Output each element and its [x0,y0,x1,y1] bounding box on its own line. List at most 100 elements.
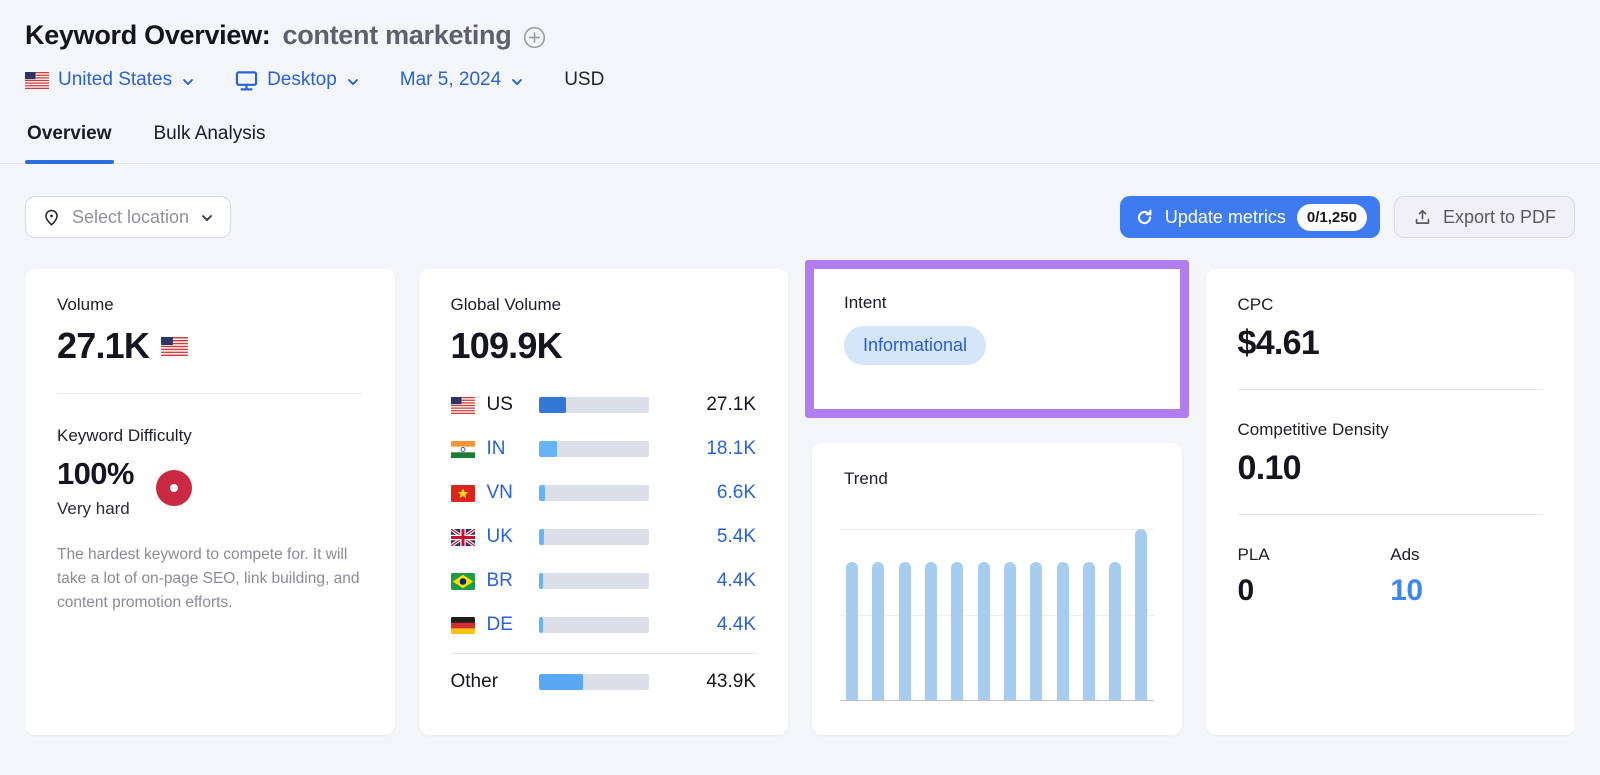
cpc-label: CPC [1238,295,1544,315]
global-volume-row: US27.1K [451,383,757,427]
cpc-value: $4.61 [1238,324,1544,363]
update-metrics-button[interactable]: Update metrics 0/1,250 [1120,196,1380,238]
volume-value: 27.1K [57,325,149,367]
desktop-icon [235,70,258,91]
volume-difficulty-card: Volume 27.1K Keyword Difficulty 100% Ver… [25,269,395,735]
country-code[interactable]: BR [487,570,539,592]
intent-trend-column: Intent Informational Trend [812,269,1182,735]
us-flag-icon [451,397,475,414]
uk-flag-icon [451,529,475,546]
trend-bar [1030,562,1042,701]
global-volume-row: DE 4.4K [451,603,757,647]
date-filter[interactable]: Mar 5, 2024 [400,69,524,91]
global-volume-row: BR 4.4K [451,559,757,603]
export-icon [1413,208,1432,227]
trend-chart [844,529,1150,701]
global-volume-row: VN 6.6K [451,471,757,515]
tab-bulk-analysis[interactable]: Bulk Analysis [152,119,268,163]
export-pdf-button[interactable]: Export to PDF [1394,196,1575,238]
keyword-difficulty-level: Very hard [57,499,134,519]
location-pin-icon [42,208,61,227]
keyword-text: content marketing [283,20,512,51]
country-volume-value[interactable]: 6.6K [649,482,757,504]
intent-card-highlight: Intent Informational [805,260,1189,418]
competitive-density-label: Competitive Density [1238,420,1544,440]
pla-label: PLA [1238,545,1391,565]
select-location-button[interactable]: Select location [25,196,231,238]
quota-badge: 0/1,250 [1297,204,1367,231]
intent-badge[interactable]: Informational [844,326,986,365]
currency-label: USD [564,69,604,91]
country-code[interactable]: DE [487,614,539,636]
export-pdf-label: Export to PDF [1443,207,1556,228]
date-filter-label: Mar 5, 2024 [400,69,501,91]
de-flag-icon [451,617,475,634]
country-volume-value: 43.9K [649,671,757,693]
toolbar-actions: Update metrics 0/1,250 Export to PDF [1120,196,1575,238]
divider [1238,514,1544,515]
country-volume-value[interactable]: 18.1K [649,438,757,460]
country-code[interactable]: IN [487,438,539,460]
select-location-label: Select location [72,207,189,228]
trend-bar [872,562,884,701]
trend-bar [899,562,911,701]
trend-bar [951,562,963,701]
global-volume-row: Other 43.9K [451,660,757,704]
other-countries-label: Other [451,671,539,693]
competitive-density-value: 0.10 [1238,449,1544,488]
metrics-grid: Volume 27.1K Keyword Difficulty 100% Ver… [25,269,1575,735]
ads-label: Ads [1390,545,1543,565]
add-keyword-icon[interactable] [523,26,546,49]
country-code[interactable]: VN [487,482,539,504]
br-flag-icon [451,573,475,590]
keyword-difficulty-value: 100% [57,456,134,492]
filter-bar: United States Desktop Mar 5, 2024 USD [25,69,1575,91]
global-volume-row: IN 18.1K [451,427,757,471]
global-volume-rows: US27.1K IN 18.1K VN 6.6K UK 5.4K BR 4.4K DE 4.4K Ot… [451,383,757,704]
device-filter[interactable]: Desktop [235,69,360,91]
refresh-icon [1135,208,1154,227]
page-header: Keyword Overview: content marketing [25,20,1575,51]
chevron-down-icon [181,75,195,89]
us-flag-icon [25,72,49,89]
volume-label: Volume [57,295,363,315]
trend-bar [1083,562,1095,701]
us-flag-icon [161,337,188,356]
global-volume-value: 109.9K [451,325,757,367]
location-filter-label: United States [58,69,172,91]
tab-overview[interactable]: Overview [25,119,114,163]
keyword-difficulty-label: Keyword Difficulty [57,426,363,446]
ads-value[interactable]: 10 [1390,574,1543,608]
country-code[interactable]: UK [487,526,539,548]
global-volume-label: Global Volume [451,295,757,315]
country-code: US [487,394,539,416]
chevron-down-icon [346,75,360,89]
intent-label: Intent [844,293,1150,313]
trend-label: Trend [844,469,1150,489]
country-volume-value[interactable]: 5.4K [649,526,757,548]
country-volume-value[interactable]: 4.4K [649,570,757,592]
country-volume-value[interactable]: 4.4K [649,614,757,636]
location-filter[interactable]: United States [25,69,195,91]
keyword-difficulty-description: The hardest keyword to compete for. It w… [57,543,363,615]
trend-bar [1109,562,1121,701]
global-volume-card: Global Volume 109.9K US27.1K IN 18.1K VN 6.6… [419,269,789,735]
trend-card: Trend [812,443,1182,735]
chevron-down-icon [200,211,214,225]
volume-share-bar [539,529,649,545]
trend-bar [1057,562,1069,701]
chart-baseline [840,700,1154,701]
volume-value-row: 27.1K [57,325,363,367]
vn-flag-icon [451,485,475,502]
pla-ads-row: PLA 0 Ads 10 [1238,545,1544,608]
divider [57,393,363,394]
trend-bar [978,562,990,701]
update-metrics-label: Update metrics [1165,207,1286,228]
global-volume-row: UK 5.4K [451,515,757,559]
difficulty-donut-chart [156,470,192,506]
trend-bar [1135,529,1147,700]
pla-value: 0 [1238,574,1391,608]
cpc-card: CPC $4.61 Competitive Density 0.10 PLA 0… [1206,269,1576,735]
volume-share-bar [539,674,649,690]
trend-bar [925,562,937,701]
